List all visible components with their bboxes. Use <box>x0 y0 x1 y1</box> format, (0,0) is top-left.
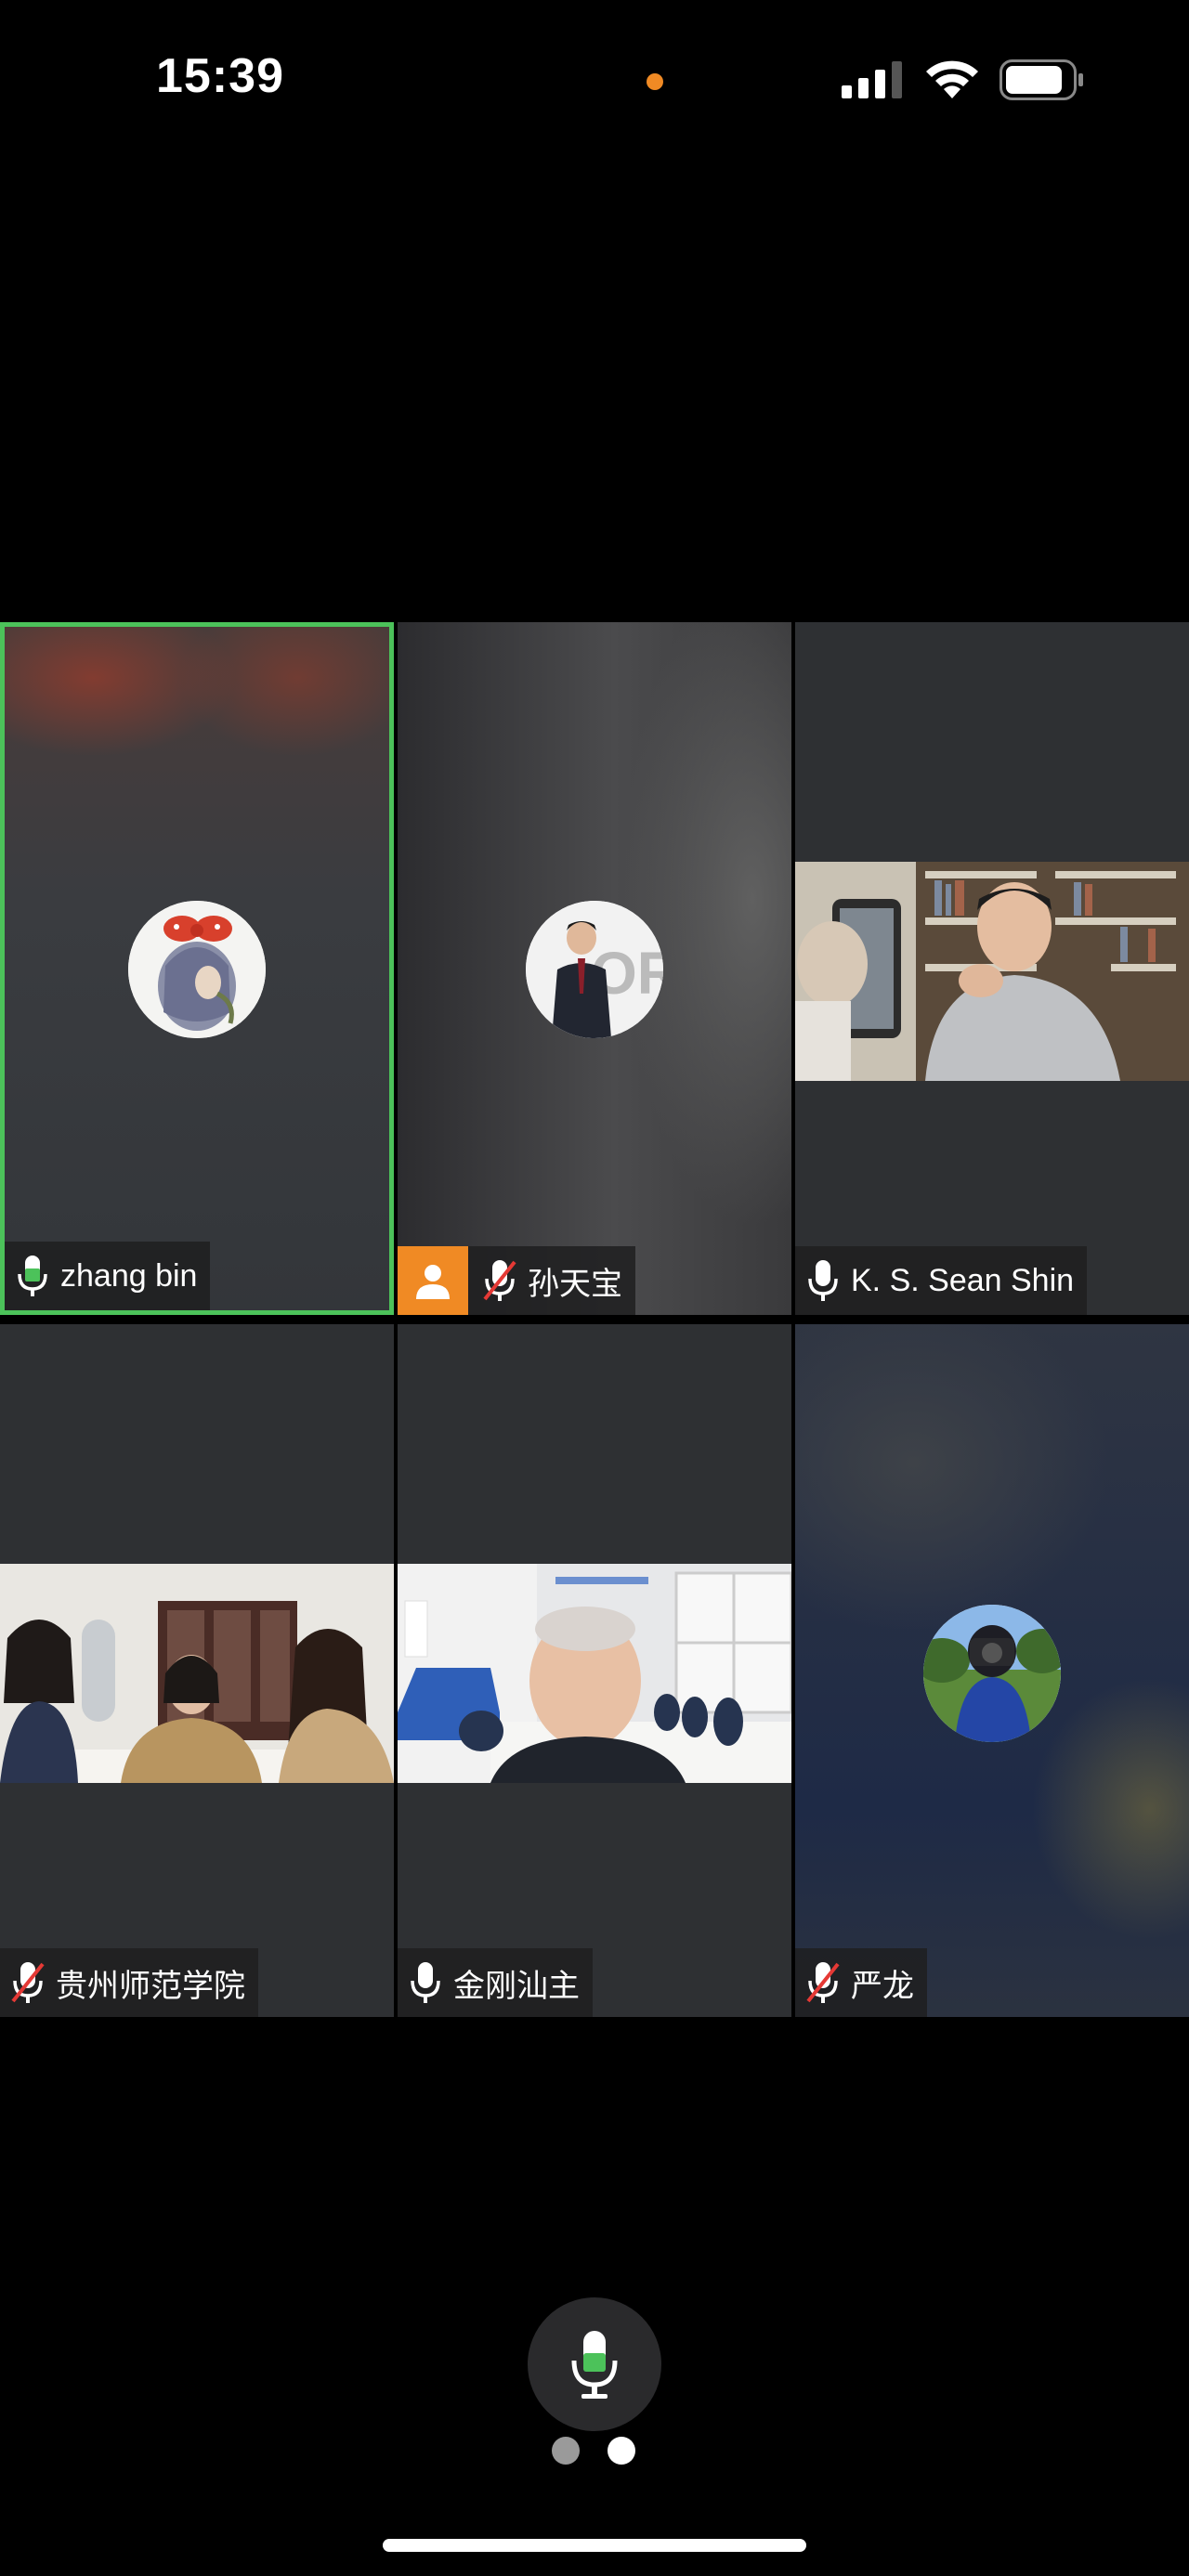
participant-tile-jingang-shanzhu[interactable]: 金刚汕主 <box>398 1324 791 2017</box>
participant-tile-zhang-bin[interactable]: zhang bin <box>0 622 394 1315</box>
microphone-muted-icon <box>483 1260 516 1301</box>
person-icon <box>416 1265 450 1299</box>
participant-name-label: 贵州师范学院 <box>0 1948 258 2017</box>
participant-name-label: 严龙 <box>795 1948 927 2017</box>
cellular-signal-icon <box>842 61 902 98</box>
participant-name: 严龙 <box>851 1968 914 2004</box>
microphone-icon <box>18 1255 47 1296</box>
participant-avatar: OR <box>526 901 663 1038</box>
participant-video-feed <box>398 1564 791 1783</box>
participant-video-feed <box>0 1564 394 1783</box>
microphone-icon <box>571 2331 618 2399</box>
participant-tile-sun-tianbao[interactable]: OR 孙天宝 <box>398 622 791 1315</box>
participant-video-feed <box>795 862 1189 1081</box>
participant-name-label: K. S. Sean Shin <box>795 1246 1088 1315</box>
participant-name-label: 金刚汕主 <box>398 1948 593 2017</box>
participant-name: 贵州师范学院 <box>56 1968 245 2004</box>
participant-name: zhang bin <box>60 1257 198 1294</box>
participant-avatar <box>128 901 266 1038</box>
microphone-muted-icon <box>806 1962 840 2003</box>
participant-name-label: zhang bin <box>5 1242 211 1310</box>
microphone-button[interactable] <box>528 2297 661 2431</box>
participant-name: K. S. Sean Shin <box>851 1262 1075 1298</box>
microphone-muted-icon <box>11 1962 45 2003</box>
participant-name: 金刚汕主 <box>453 1968 580 2004</box>
microphone-icon <box>411 1962 440 2003</box>
participant-tile-yan-long[interactable]: 严龙 <box>795 1324 1189 2017</box>
microphone-icon <box>808 1260 838 1301</box>
privacy-indicator-dot <box>647 73 663 90</box>
page-indicator-dot-1[interactable] <box>552 2437 580 2465</box>
page-indicator-dot-2[interactable] <box>608 2437 635 2465</box>
participant-name: 孙天宝 <box>528 1266 622 1302</box>
wifi-icon <box>926 60 978 98</box>
participant-tile-sean-shin[interactable]: K. S. Sean Shin <box>795 622 1189 1315</box>
participant-name-label: 孙天宝 <box>398 1246 635 1315</box>
video-off-badge <box>398 1246 468 1315</box>
battery-icon <box>1000 59 1083 100</box>
home-indicator[interactable] <box>383 2539 806 2552</box>
status-time: 15:39 <box>156 49 284 103</box>
participant-tile-guizhou-normal-college[interactable]: 贵州师范学院 <box>0 1324 394 2017</box>
participant-avatar <box>923 1605 1061 1742</box>
